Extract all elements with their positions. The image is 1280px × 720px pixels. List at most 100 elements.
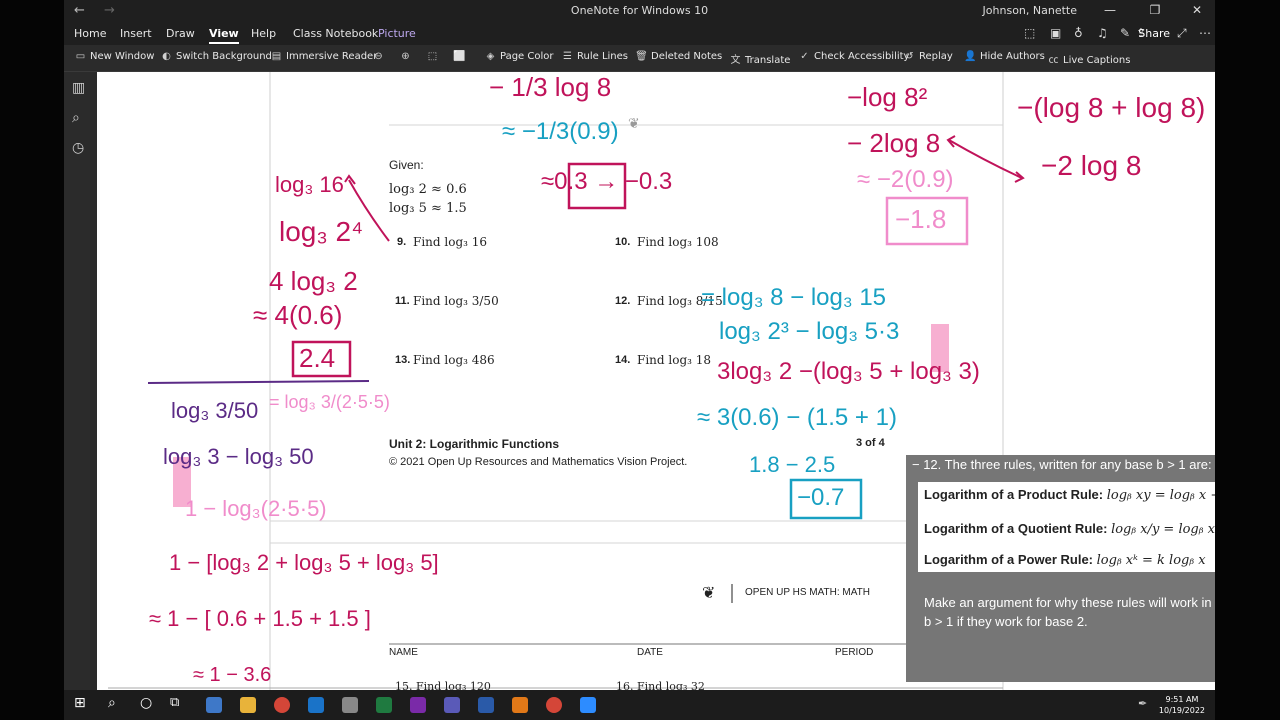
tab-help[interactable]: Help (251, 27, 276, 40)
tab-home[interactable]: Home (74, 27, 106, 40)
immersive-reader-button[interactable]: ▤ Immersive Reader (270, 51, 378, 62)
check-accessibility-button[interactable]: ✓ Check Accessibility (798, 51, 909, 62)
excel-icon[interactable] (376, 697, 392, 713)
note-canvas[interactable]: ❦ ❦ Given: log₃ 2 ≈ 0.6 log₃ 5 ≈ 1.5 9. … (97, 72, 1215, 690)
ink-top-right-3: ≈ −2(0.9) (857, 166, 954, 193)
onenote-window: ← → OneNote for Windows 10 Johnson, Nane… (64, 0, 1215, 690)
maximize-icon[interactable]: ❐ (1145, 3, 1165, 17)
new-window-button[interactable]: ▭ New Window (74, 51, 155, 62)
teams-icon[interactable] (444, 697, 460, 713)
ink-top-right-2: − 2log 8 (847, 128, 941, 158)
switch-background-button[interactable]: ◐ Switch Background (160, 51, 272, 62)
problem-number: 11. (395, 295, 410, 307)
tab-picture[interactable]: Picture (378, 27, 416, 40)
taskbar-clock[interactable]: 9:51 AM 10/19/2022 (1159, 694, 1205, 716)
ink-p9-3: 4 log₃ 2 (269, 266, 358, 296)
page-width-button[interactable]: ⬜ (453, 51, 469, 62)
expand-icon[interactable]: ⤢ (1177, 26, 1187, 41)
ink-p9-4: ≈ 4(0.6) (253, 300, 343, 330)
date-label: DATE (637, 647, 663, 658)
notebook-icon[interactable]: ▣ (1050, 26, 1061, 40)
tab-view[interactable]: View (209, 27, 239, 44)
onenote-icon[interactable] (410, 697, 426, 713)
live-captions-label: Live Captions (1063, 55, 1131, 66)
deleted-notes-label: Deleted Notes (651, 51, 723, 62)
page-color-button[interactable]: ◈ Page Color (484, 51, 554, 62)
windows-start-icon[interactable]: ⊞ (74, 695, 90, 711)
open-up-logo-icon: ❦ (702, 583, 716, 602)
zoom-out-icon: ⊖ (374, 51, 383, 62)
product-rule-label: Logarithm of a Product Rule: (924, 487, 1104, 502)
name-label: NAME (389, 647, 418, 658)
translate-icon: 文 (730, 55, 741, 66)
notifications-icon[interactable]: ♫ (1097, 26, 1108, 40)
zoom-fit-icon: ⬚ (427, 51, 438, 62)
ink-top-right-1: −log 8² (847, 82, 928, 112)
hide-authors-button[interactable]: 👤 Hide Authors (964, 51, 1045, 62)
translate-label: Translate (745, 55, 791, 66)
cortana-icon[interactable]: ○ (140, 695, 156, 711)
accessibility-icon: ✓ (800, 51, 809, 62)
outlook-icon[interactable] (308, 697, 324, 713)
rules-image-panel[interactable]: − 12. The three rules, written for any b… (906, 455, 1215, 682)
pen-tray-icon[interactable]: ✒ (1138, 697, 1154, 713)
ink-p9-5: 2.4 (299, 343, 336, 373)
live-captions-button[interactable]: ㏄ Live Captions (1047, 51, 1131, 66)
switch-background-label: Switch Background (176, 51, 272, 62)
zoom-out-button[interactable]: ⊖ (372, 51, 388, 62)
tab-class-notebook[interactable]: Class Notebook (293, 27, 378, 40)
deleted-notes-button[interactable]: 🗑 Deleted Notes (635, 51, 722, 62)
minimize-icon[interactable]: — (1100, 3, 1120, 17)
zoom-icon[interactable] (580, 697, 596, 713)
file-explorer-icon[interactable] (240, 697, 256, 713)
ink-p11-5: 1 − [log₃ 2 + log₃ 5 + log₃ 5] (169, 550, 439, 575)
search-icon[interactable]: ⌕ (72, 110, 80, 126)
zoom-in-button[interactable]: ⊕ (399, 51, 415, 62)
vlc-icon[interactable] (512, 697, 528, 713)
close-icon[interactable]: ✕ (1187, 3, 1207, 17)
argument-line-1: Make an argument for why these rules wil… (924, 595, 1215, 610)
sticky-notes-icon[interactable]: ⬚ (1024, 26, 1035, 40)
recent-notes-icon[interactable]: ◷ (72, 140, 84, 156)
clock-time: 9:51 AM (1165, 695, 1199, 704)
task-view-icon[interactable]: ⧉ (170, 695, 186, 711)
ink-p11-1: log₃ 3/50 (171, 398, 259, 423)
power-rule-label: Logarithm of a Power Rule: (924, 552, 1094, 567)
ink-p11-6: ≈ 1 − [ 0.6 + 1.5 + 1.5 ] (149, 606, 371, 631)
ink-p9-1: log₃ 16 (275, 172, 344, 197)
search-icon[interactable]: ⌕ (108, 695, 124, 711)
ink-top-left-2: ≈ −1/3(0.9) (502, 118, 619, 145)
page-color-label: Page Color (500, 51, 554, 62)
tab-insert[interactable]: Insert (120, 27, 152, 40)
tab-draw[interactable]: Draw (166, 27, 195, 40)
problem-text: Find log₃ 3/50 (413, 294, 499, 308)
problem-text: Find log₃ 108 (637, 235, 719, 249)
translate-button[interactable]: 文 Translate (729, 51, 791, 66)
problem-16-cut: 16. Find log₃ 32 (616, 680, 705, 690)
problem-number: 14. (615, 354, 631, 366)
notebooks-icon[interactable]: ▥ (72, 80, 85, 96)
calculator-icon[interactable] (206, 697, 222, 713)
user-name[interactable]: Johnson, Nanette (983, 4, 1077, 17)
word-icon[interactable] (478, 697, 494, 713)
next-page-header: OPEN UP HS MATH: MATH (745, 587, 871, 598)
share-button[interactable]: Share (1138, 27, 1170, 40)
argument-line-2: b > 1 if they work for base 2. (924, 614, 1088, 629)
product-rule: Logarithm of a Product Rule: logᵦ xy = l… (924, 487, 1215, 503)
quotient-rule: Logarithm of a Quotient Rule: logᵦ x/y =… (924, 521, 1215, 537)
photos-icon[interactable] (342, 697, 358, 713)
view-ribbon: ▭ New Window ◐ Switch Background ▤ Immersiv… (64, 45, 1215, 72)
pen-icon[interactable]: ✎ (1120, 26, 1130, 40)
chrome-profile-icon[interactable] (546, 697, 562, 713)
chrome-icon[interactable] (274, 697, 290, 713)
zoom-fit-button[interactable]: ⬚ (426, 51, 442, 62)
problem-text: Find log₃ 18 (637, 353, 712, 367)
hide-authors-label: Hide Authors (980, 51, 1045, 62)
lightbulb-icon[interactable]: ♁ (1074, 26, 1083, 40)
switch-background-icon: ◐ (162, 51, 171, 62)
zoom-in-icon: ⊕ (401, 51, 410, 62)
rule-lines-label: Rule Lines (577, 51, 628, 62)
more-icon[interactable]: ⋯ (1199, 26, 1211, 40)
replay-button[interactable]: ↺ Replay (903, 51, 953, 62)
rule-lines-button[interactable]: ☰ Rule Lines (561, 51, 628, 62)
